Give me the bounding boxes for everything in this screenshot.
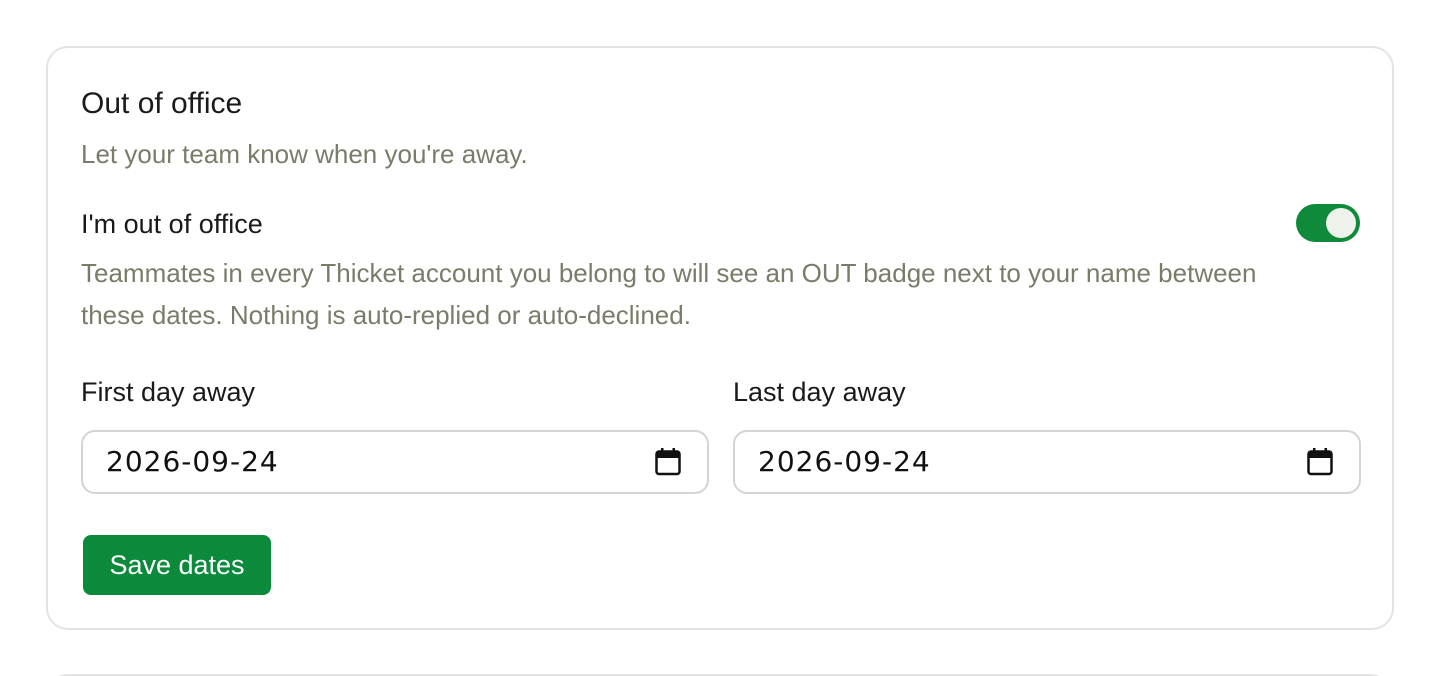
first-day-date-input[interactable]: 2026-09-24	[81, 430, 709, 494]
first-day-label: First day away	[81, 377, 256, 407]
last-day-value: 2026-09-24	[758, 445, 931, 478]
save-dates-button[interactable]: Save dates	[83, 535, 271, 595]
out-of-office-help-text: Teammates in every Thicket account you b…	[81, 258, 1257, 330]
calendar-icon[interactable]	[1307, 448, 1333, 476]
calendar-icon[interactable]	[655, 448, 681, 476]
last-day-label: Last day away	[733, 377, 906, 407]
first-day-value: 2026-09-24	[106, 445, 279, 478]
page: Out of office Let your team know when yo…	[0, 0, 1440, 676]
card-title: Out of office	[81, 87, 243, 120]
out-of-office-toggle[interactable]	[1296, 204, 1360, 242]
toggle-knob	[1326, 208, 1356, 238]
out-of-office-card: Out of office Let your team know when yo…	[46, 46, 1394, 630]
card-subtitle: Let your team know when you're away.	[81, 139, 528, 169]
out-of-office-toggle-label: I'm out of office	[81, 209, 263, 239]
last-day-date-input[interactable]: 2026-09-24	[733, 430, 1361, 494]
